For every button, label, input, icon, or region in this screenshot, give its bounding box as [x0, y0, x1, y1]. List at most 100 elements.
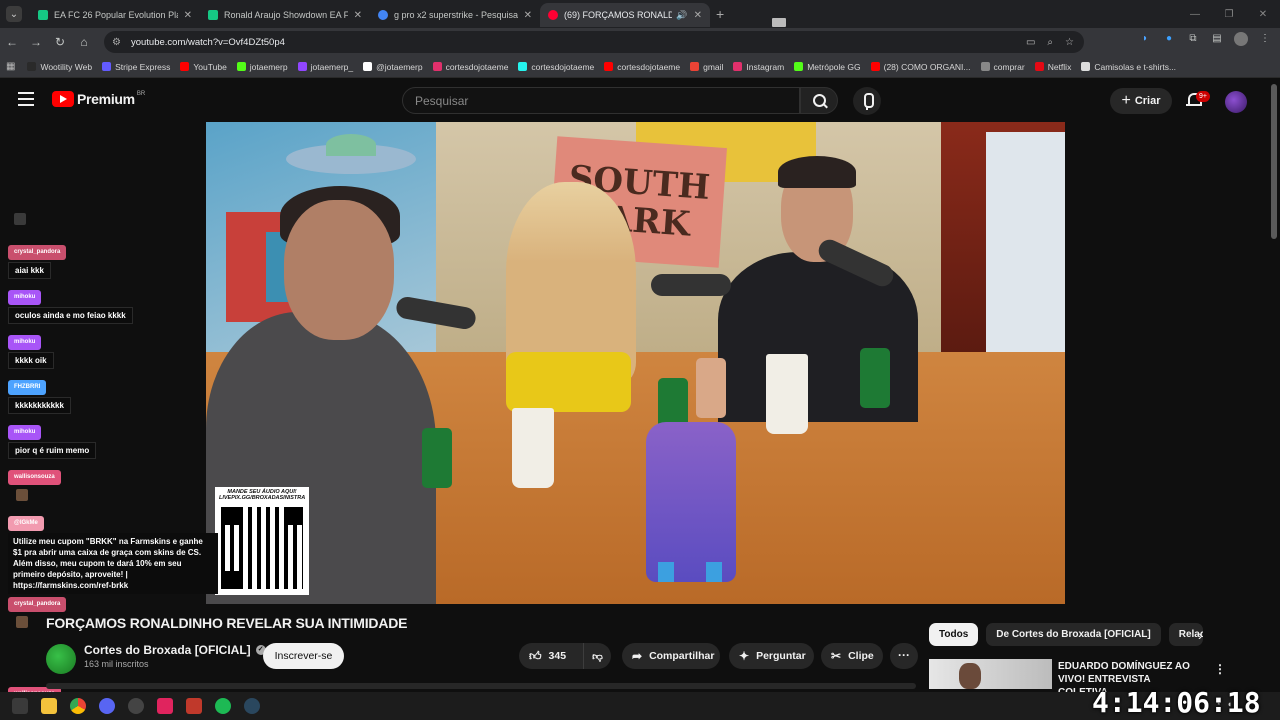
- search-button[interactable]: [800, 87, 838, 114]
- channel-avatar[interactable]: [46, 644, 76, 674]
- app-icon[interactable]: [186, 698, 202, 714]
- video-frame-llama-leg: [658, 562, 674, 582]
- bookmarks-bar: ▦ Wootility Web Stripe Express YouTube jota…: [0, 56, 1280, 78]
- bookmark-item[interactable]: gmail: [690, 62, 723, 72]
- extensions-area: ◗ ● ⧉ ▤ ⋮: [1138, 32, 1272, 46]
- bookmark-item[interactable]: comprar: [980, 61, 1025, 72]
- share-button[interactable]: ➦ Compartilhar: [622, 643, 720, 669]
- home-icon[interactable]: ⌂: [72, 35, 96, 49]
- page-scrollbar[interactable]: [1271, 84, 1277, 239]
- reload-icon[interactable]: ↻: [48, 35, 72, 49]
- site-info-icon[interactable]: ⚙: [112, 37, 121, 48]
- create-button[interactable]: + Criar: [1110, 88, 1172, 114]
- bookmark-label: @jotaemerp: [376, 61, 423, 72]
- extension-icon[interactable]: ◗: [1138, 32, 1152, 46]
- dislike-button[interactable]: 👎︎: [583, 643, 611, 669]
- tab-search-menu-icon[interactable]: ⌄: [6, 6, 22, 22]
- like-button[interactable]: 👍︎ 345: [519, 643, 583, 669]
- bookmark-item[interactable]: Camisolas e t-shirts...: [1081, 62, 1176, 72]
- chat-message: mihoku oculos ainda e mo feiao kkkk: [8, 285, 133, 324]
- puzzle-icon[interactable]: ⧉: [1186, 32, 1200, 46]
- close-window-icon[interactable]: ✕: [1246, 9, 1280, 20]
- bookmark-item[interactable]: jotaemerp_: [297, 62, 353, 72]
- new-tab-button[interactable]: +: [716, 6, 724, 22]
- minimize-icon[interactable]: —: [1178, 9, 1212, 20]
- tab-close-icon[interactable]: ✕: [694, 10, 702, 21]
- forward-icon[interactable]: →: [24, 35, 48, 49]
- chip-channel[interactable]: De Cortes do Broxada [OFICIAL]: [986, 623, 1161, 646]
- menu-kebab-icon[interactable]: ⋮: [1258, 32, 1272, 46]
- apps-grid-icon[interactable]: ▦: [6, 61, 15, 72]
- back-icon[interactable]: ←: [0, 35, 24, 49]
- bookmark-item[interactable]: @jotaemerp: [363, 61, 423, 72]
- tab-close-icon[interactable]: ✕: [354, 10, 362, 21]
- channel-name[interactable]: Cortes do Broxada [OFICIAL] ✓: [84, 643, 266, 657]
- url-field[interactable]: ⚙ youtube.com/watch?v=Ovf4DZt50p4 ▭ ⌕ ☆: [104, 31, 1084, 53]
- bookmark-item[interactable]: Stripe Express: [102, 62, 170, 72]
- chat-text: oculos ainda e mo feiao kkkk: [8, 307, 133, 324]
- os-taskbar: [0, 692, 1280, 720]
- chat-username: FHZBRRI: [8, 380, 47, 395]
- sidepanel-icon[interactable]: ▤: [1210, 32, 1224, 46]
- bookmark-item[interactable]: cortesdojotaeme: [518, 62, 594, 72]
- tab-3[interactable]: g pro x2 superstrike - Pesquisa ✕: [370, 3, 540, 27]
- recommendation-menu-icon[interactable]: ⋮: [1214, 662, 1226, 676]
- description-box[interactable]: [46, 683, 916, 689]
- bookmark-item[interactable]: Metrópole GG: [794, 62, 861, 72]
- search-input[interactable]: Pesquisar: [402, 87, 800, 114]
- steam-icon[interactable]: [244, 698, 260, 714]
- tab-1[interactable]: EA FC 26 Popular Evolution Pla ✕: [30, 3, 200, 27]
- bookmark-item[interactable]: cortesdojotaeme: [432, 62, 508, 72]
- youtube-play-icon: [52, 91, 74, 107]
- bookmark-label: comprar: [993, 61, 1025, 72]
- chevron-right-icon[interactable]: ›: [1198, 627, 1203, 643]
- menu-hamburger-icon[interactable]: [18, 92, 34, 106]
- chat-text: Utilize meu cupom "BRKK" na Farmskins e …: [8, 533, 218, 594]
- ask-button[interactable]: ✦ Perguntar: [729, 643, 814, 669]
- bookmark-item[interactable]: jotaemerp: [236, 62, 288, 72]
- video-player[interactable]: SOUTH PARK MANDE SEU ÁUDIO AQUI! LIVEPIX…: [206, 122, 1065, 604]
- bookmark-item[interactable]: Netflix: [1034, 62, 1071, 72]
- bookmark-item[interactable]: cortesdojotaeme: [604, 62, 680, 72]
- bookmark-item[interactable]: (28) COMO ORGANI...: [870, 62, 971, 72]
- bookmark-item[interactable]: YouTube: [180, 62, 227, 72]
- start-icon[interactable]: [12, 698, 28, 714]
- keyboard-icon[interactable]: [772, 18, 786, 27]
- recommendation-thumbnail[interactable]: [929, 659, 1052, 689]
- subscribe-button[interactable]: Inscrever-se: [263, 643, 344, 669]
- tab-close-icon[interactable]: ✕: [184, 10, 192, 21]
- tab-favicon-icon: [548, 10, 558, 20]
- voice-search-mic-icon[interactable]: [853, 87, 881, 115]
- tab-title: Ronald Araujo Showdown EA FC: [224, 10, 348, 20]
- zoom-icon[interactable]: ⌕: [1047, 37, 1053, 48]
- cast-icon[interactable]: ▭: [1026, 37, 1035, 48]
- more-actions-button[interactable]: ···: [890, 643, 918, 669]
- tab-close-icon[interactable]: ✕: [524, 10, 532, 21]
- obs-icon[interactable]: [128, 698, 144, 714]
- chip-all[interactable]: Todos: [929, 623, 979, 646]
- bookmark-favicon-icon: [236, 62, 246, 71]
- app-icon[interactable]: [157, 698, 173, 714]
- bookmark-star-icon[interactable]: ☆: [1065, 37, 1074, 48]
- bookmark-item[interactable]: Wootility Web: [27, 62, 92, 72]
- bookmark-favicon-icon: [297, 62, 307, 71]
- address-bar-row: ← → ↻ ⌂ ⚙ youtube.com/watch?v=Ovf4DZt50p…: [0, 28, 1280, 56]
- tab-4-active[interactable]: (69) FORÇAMOS RONALDINHO 🔊 ✕: [540, 3, 710, 27]
- account-avatar[interactable]: [1225, 91, 1247, 113]
- file-explorer-icon[interactable]: [41, 698, 57, 714]
- maximize-icon[interactable]: ❐: [1212, 9, 1246, 20]
- speaker-icon[interactable]: 🔊: [676, 10, 687, 21]
- logo-text: Premium: [77, 91, 135, 107]
- bookmark-favicon-icon: [363, 62, 373, 71]
- clip-button[interactable]: ✂ Clipe: [821, 643, 883, 669]
- extension-icon[interactable]: ●: [1162, 32, 1176, 46]
- tab-2[interactable]: Ronald Araujo Showdown EA FC ✕: [200, 3, 370, 27]
- profile-avatar[interactable]: [1234, 32, 1248, 46]
- discord-icon[interactable]: [99, 698, 115, 714]
- youtube-premium-logo[interactable]: Premium BR: [52, 91, 145, 107]
- bookmark-item[interactable]: Instagram: [733, 62, 784, 72]
- chrome-icon[interactable]: [70, 698, 86, 714]
- spotify-icon[interactable]: [215, 698, 231, 714]
- video-title: FORÇAMOS RONALDINHO REVELAR SUA INTIMIDA…: [46, 615, 408, 631]
- youtube-header: Premium BR Pesquisar + Criar: [0, 78, 1280, 122]
